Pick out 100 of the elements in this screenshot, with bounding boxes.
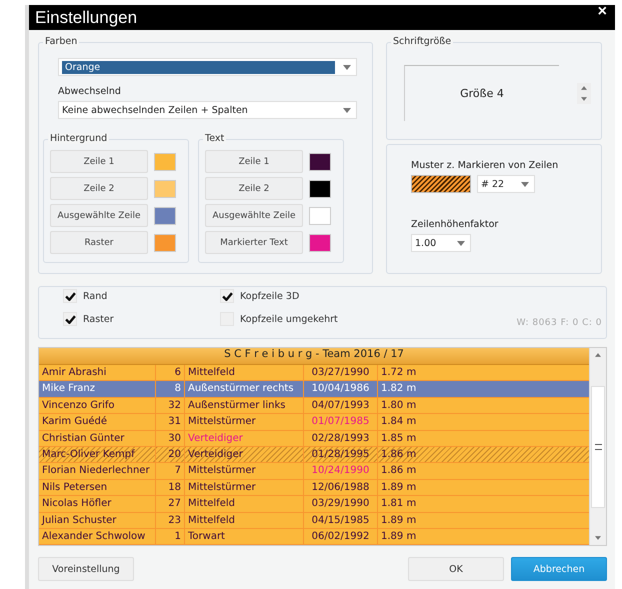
table-cell: Torwart <box>185 528 304 544</box>
group-label: Farben <box>43 36 80 47</box>
table-cell: Amir Abrashi <box>39 365 156 380</box>
table-cell: Alexander Schwolow <box>39 528 156 544</box>
table-cell: Mike Franz <box>39 381 156 397</box>
table-cell-text: 1.84 m <box>380 415 418 430</box>
checkbox[interactable]: Rand <box>63 289 220 303</box>
table-cell: Julian Schuster <box>39 512 156 528</box>
group-label: Schriftgröße <box>391 36 454 47</box>
table-cell: Außenstürmer links <box>185 398 304 414</box>
table-cell: 31 <box>156 414 185 430</box>
table-cell-text: 1.85 m <box>380 432 418 446</box>
check-icon <box>64 314 76 324</box>
caret-icon <box>343 64 351 70</box>
color-button[interactable]: Markierter Text <box>205 231 303 254</box>
table-row[interactable]: Florian Niederlechner 7 Mittelstürmer 10/24/1990 1.86 m <box>39 463 590 480</box>
pattern-swatch[interactable] <box>411 175 471 193</box>
table-title: S C F r e i b u r g - Team 2016 / 17 <box>39 348 590 365</box>
row-height-dropdown[interactable]: 1.00 <box>411 234 471 252</box>
table-cell-text: 1.89 m <box>380 480 418 495</box>
color-button[interactable]: Zeile 1 <box>50 150 148 173</box>
table-cell: 10/24/1990 <box>304 463 378 479</box>
color-button[interactable]: Ausgewählte Zeile <box>205 204 303 227</box>
color-swatch[interactable] <box>309 234 331 252</box>
stats-text: W: 8063 F: 0 C: 0 <box>516 318 602 328</box>
table-cell: 02/28/1993 <box>304 430 378 446</box>
color-scheme-dropdown[interactable]: Orange <box>58 58 357 76</box>
table-cell-text: 1.81 m <box>380 497 418 512</box>
table-cell: Nils Petersen <box>39 480 156 496</box>
table-cell-text: 1.82 m <box>380 382 418 396</box>
table-cell: 23 <box>156 512 185 528</box>
table-cell: Verteidiger <box>185 430 304 446</box>
table-cell: 7 <box>156 463 185 479</box>
caret-icon <box>457 240 465 246</box>
color-swatch[interactable] <box>154 180 176 198</box>
table-row[interactable]: Vincenzo Grifo 32 Außenstürmer links 04/07/1993 1.80 m <box>39 398 590 414</box>
ok-button[interactable]: OK <box>408 557 504 581</box>
table-cell-text: 1.89 m <box>380 530 418 544</box>
field-label: Abwechselnd <box>58 86 122 97</box>
table-row[interactable]: Nils Petersen 18 Mittelstürmer 12/06/1988 1.89 m <box>39 480 590 496</box>
table-row[interactable]: Alexander Schwolow 1 Torwart 06/02/1992 1.89 m <box>39 528 590 545</box>
table-cell: Mittelfeld <box>185 496 304 512</box>
defaults-button[interactable]: Voreinstellung <box>38 557 134 581</box>
color-button[interactable]: Raster <box>50 231 148 254</box>
color-swatch[interactable] <box>154 206 176 224</box>
color-button[interactable]: Zeile 2 <box>205 177 303 200</box>
table-row[interactable]: Mike Franz 8 Außenstürmer rechts 10/04/1986 1.82 m <box>39 381 590 398</box>
table-cell: 10/04/1986 <box>304 381 378 397</box>
dropdown-value: Keine abwechselnden Zeilen + Spalten <box>62 104 248 116</box>
table-cell: 01/28/1995 <box>304 446 378 462</box>
table-cell: 1 <box>156 528 185 544</box>
table-row[interactable]: Marc-Oliver Kempf 20 Verteidiger 01/28/1995 1.86 m <box>39 446 590 464</box>
color-button[interactable]: Zeile 2 <box>50 177 148 200</box>
check-icon <box>222 292 232 300</box>
table-cell: Mittelstürmer <box>185 463 304 479</box>
table-row[interactable]: Karim Guédé 31 Mittelstürmer 01/07/1985 1.84 m <box>39 414 590 431</box>
checkbox[interactable]: Kopfzeile umgekehrt <box>220 312 380 326</box>
table-cell: Mittelstürmer <box>185 480 304 496</box>
pattern-dropdown[interactable]: # 22 <box>477 175 535 193</box>
scrollbar[interactable] <box>589 348 606 545</box>
color-swatch[interactable] <box>154 152 176 170</box>
color-swatch[interactable] <box>309 152 331 170</box>
dropdown-value: 1.00 <box>415 238 436 248</box>
table-cell: Christian Günter <box>39 430 156 446</box>
scroll-thumb[interactable] <box>591 386 606 508</box>
up-arrow-icon <box>595 353 602 357</box>
table-cell: 01/07/1985 <box>304 414 378 430</box>
table-cell-text: 1.86 m <box>380 464 418 478</box>
color-swatch[interactable] <box>309 180 331 198</box>
alternating-dropdown[interactable]: Keine abwechselnden Zeilen + Spalten <box>58 101 357 119</box>
table-cell: 6 <box>156 365 185 380</box>
dropdown-value: # 22 <box>481 178 504 190</box>
down-arrow-icon <box>595 536 602 540</box>
table-cell: Florian Niederlechner <box>39 463 156 479</box>
down-arrow-icon <box>581 96 587 100</box>
color-button[interactable]: Zeile 1 <box>205 150 303 173</box>
table-cell: 32 <box>156 398 185 414</box>
table-cell: 30 <box>156 430 185 446</box>
table-row[interactable]: Nicolas Höfler 27 Mittelfeld 03/29/1990 1.81 m <box>39 496 590 513</box>
table-cell: Mittelfeld <box>185 365 304 380</box>
table-cell: 06/02/1992 <box>304 528 378 544</box>
table-cell: 03/29/1990 <box>304 496 378 512</box>
table-row[interactable]: Julian Schuster 23 Mittelfeld 04/15/1985 1.89 m <box>39 512 590 529</box>
color-swatch[interactable] <box>309 206 331 224</box>
table-cell: Nicolas Höfler <box>39 496 156 512</box>
spinner[interactable] <box>577 82 591 104</box>
group-label: Text <box>203 133 226 144</box>
color-button[interactable]: Ausgewählte Zeile <box>50 204 148 227</box>
dropdown-value: Orange <box>62 60 335 74</box>
table-cell: 03/27/1990 <box>304 365 378 380</box>
table-cell: Marc-Oliver Kempf <box>39 446 156 462</box>
font-size-preview: Größe 4 <box>404 65 559 121</box>
table-cell: Karim Guédé <box>39 414 156 430</box>
close-button[interactable]: × <box>590 5 615 19</box>
field-label: Muster z. Markieren von Zeilen <box>411 160 560 171</box>
color-swatch[interactable] <box>154 234 176 252</box>
checkbox[interactable]: Raster <box>63 312 220 326</box>
checkbox[interactable]: Kopfzeile 3D <box>220 289 380 303</box>
table-cell: 04/07/1993 <box>304 398 378 414</box>
table-cell: Vincenzo Grifo <box>39 398 156 414</box>
